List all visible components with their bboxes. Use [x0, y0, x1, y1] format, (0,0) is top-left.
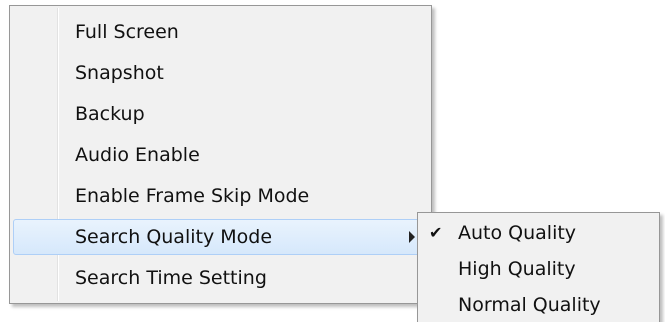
submenu-arrow-icon [409, 231, 415, 243]
search-quality-submenu: ✔ Auto Quality High Quality Normal Quali… [417, 212, 660, 322]
submenu-item-auto-quality[interactable]: ✔ Auto Quality [421, 216, 656, 250]
menu-item-backup[interactable]: Backup [13, 96, 428, 132]
menu-item-label: Snapshot [75, 62, 164, 84]
submenu-item-label: Auto Quality [458, 222, 577, 244]
submenu-item-label: Normal Quality [458, 294, 601, 316]
submenu-item-high-quality[interactable]: High Quality [421, 252, 656, 286]
menu-item-search-quality-mode[interactable]: Search Quality Mode [13, 219, 428, 255]
menu-item-label: Search Quality Mode [75, 226, 273, 248]
context-menu: Full Screen Snapshot Backup Audio Enable… [9, 5, 432, 304]
menu-item-label: Enable Frame Skip Mode [75, 185, 310, 207]
submenu-item-label: High Quality [458, 258, 576, 280]
submenu-item-normal-quality[interactable]: Normal Quality [421, 288, 656, 322]
menu-item-label: Backup [75, 103, 145, 125]
screen: Full Screen Snapshot Backup Audio Enable… [0, 0, 665, 322]
menu-item-label: Search Time Setting [75, 267, 267, 289]
menu-item-label: Full Screen [75, 21, 179, 43]
menu-item-search-time-setting[interactable]: Search Time Setting [13, 260, 428, 296]
checkmark-icon: ✔ [429, 223, 443, 242]
menu-item-label: Audio Enable [75, 144, 200, 166]
menu-item-audio-enable[interactable]: Audio Enable [13, 137, 428, 173]
menu-item-snapshot[interactable]: Snapshot [13, 55, 428, 91]
menu-item-enable-frame-skip-mode[interactable]: Enable Frame Skip Mode [13, 178, 428, 214]
menu-item-full-screen[interactable]: Full Screen [13, 14, 428, 50]
